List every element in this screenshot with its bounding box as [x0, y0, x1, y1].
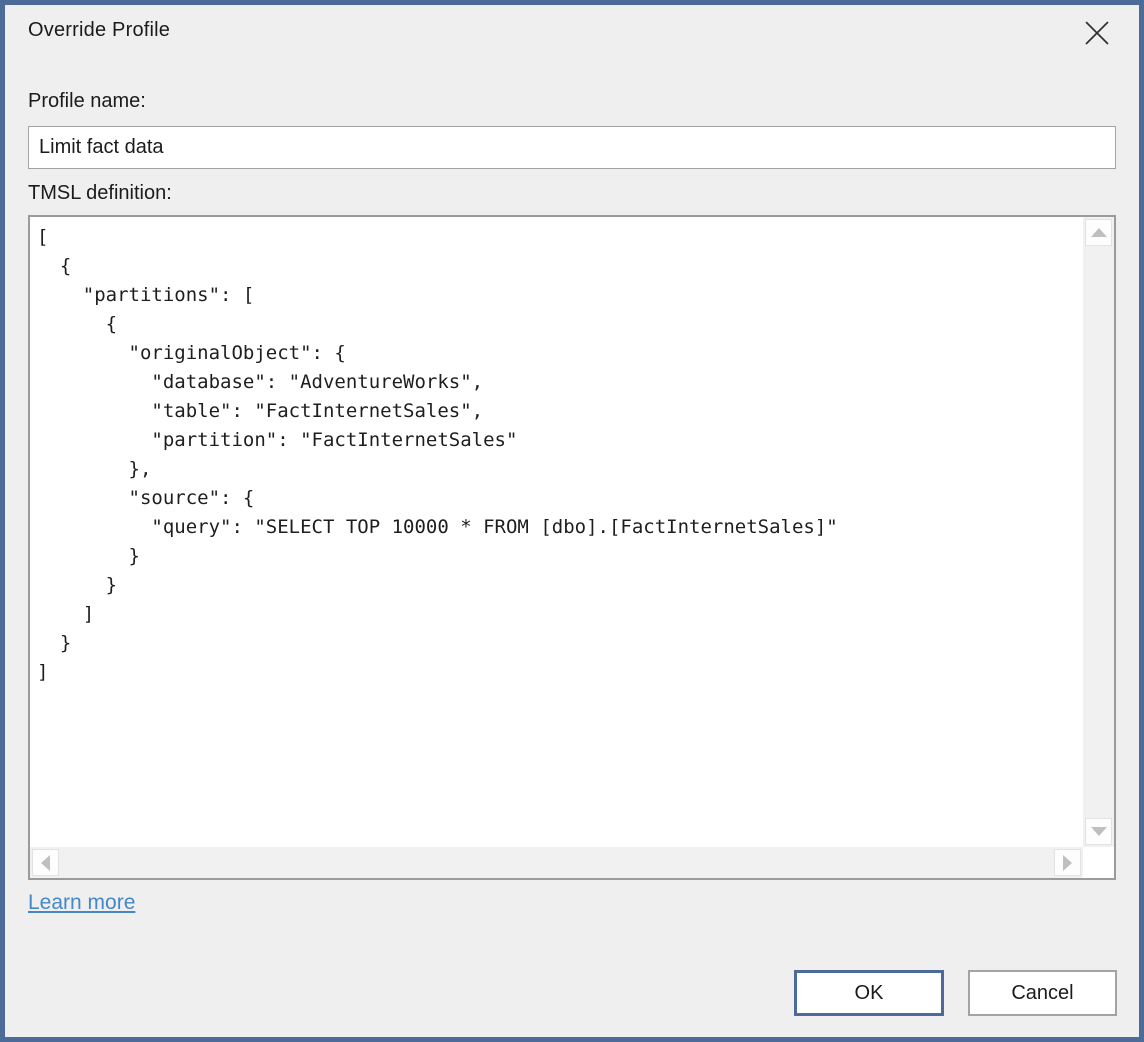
chevron-down-icon	[1091, 827, 1107, 836]
chevron-up-icon	[1091, 228, 1107, 237]
profile-name-label: Profile name:	[28, 90, 146, 113]
learn-more-link[interactable]: Learn more	[28, 891, 135, 915]
dialog-title: Override Profile	[28, 19, 170, 42]
chevron-left-icon	[41, 855, 50, 871]
profile-name-input[interactable]	[28, 126, 1116, 169]
scroll-down-button[interactable]	[1085, 818, 1112, 845]
cancel-button[interactable]: Cancel	[968, 970, 1117, 1016]
tmsl-code-text: [ { "partitions": [ { "originalObject": …	[30, 217, 1083, 687]
close-icon	[1085, 21, 1109, 45]
tmsl-definition-editor[interactable]: [ { "partitions": [ { "originalObject": …	[28, 215, 1116, 880]
chevron-right-icon	[1063, 855, 1072, 871]
close-button[interactable]	[1078, 14, 1116, 52]
override-profile-dialog: Override Profile Profile name: TMSL defi…	[0, 0, 1144, 1042]
vertical-scrollbar[interactable]	[1083, 217, 1114, 847]
scroll-left-button[interactable]	[32, 849, 59, 876]
scroll-right-button[interactable]	[1054, 849, 1081, 876]
scroll-up-button[interactable]	[1085, 219, 1112, 246]
tmsl-code-area[interactable]: [ { "partitions": [ { "originalObject": …	[30, 217, 1083, 847]
tmsl-definition-label: TMSL definition:	[28, 182, 172, 205]
ok-button[interactable]: OK	[794, 970, 944, 1016]
horizontal-scrollbar[interactable]	[30, 847, 1083, 878]
